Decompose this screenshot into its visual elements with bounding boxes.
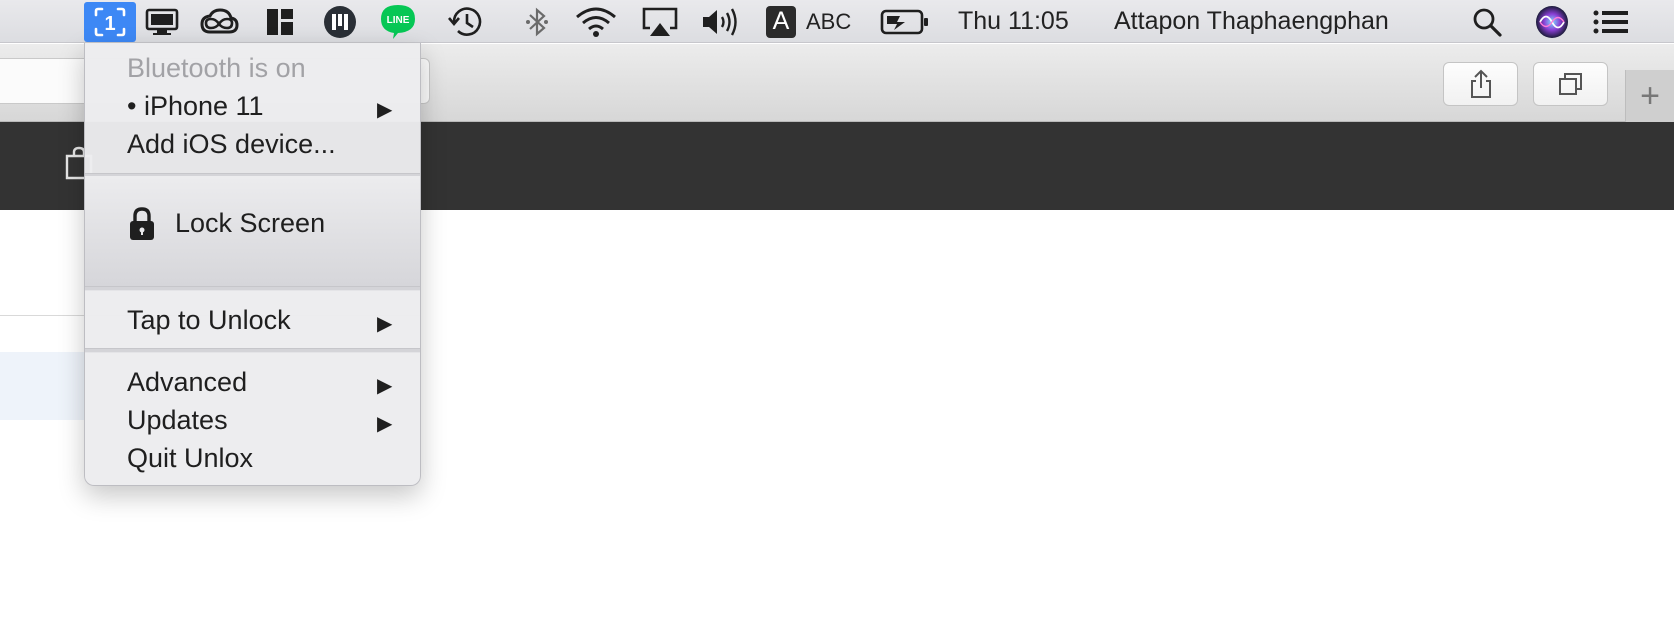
wifi-icon[interactable] [574,3,618,40]
submenu-arrow-icon: ▶ [377,375,393,397]
bluetooth-icon[interactable] [522,3,552,40]
lock-icon [130,207,154,240]
creative-cloud-icon[interactable] [199,3,239,40]
clock[interactable]: Thu 11:05 [958,0,1069,43]
unlox-menu-extra[interactable]: 1 [84,2,136,42]
line-icon[interactable]: LINE [378,3,418,40]
menu-item-updates[interactable]: Updates [127,405,228,436]
siri-icon[interactable] [1534,3,1570,40]
menu-bar: 1 LINE A ABC Thu 11:05 Attapon Thaphaeng… [0,0,1674,43]
menu-item-iphone[interactable]: • iPhone 11 [127,91,264,122]
share-icon [1470,69,1491,98]
svg-text:1: 1 [104,13,115,35]
user-name[interactable]: Attapon Thaphaengphan [1114,0,1389,43]
volume-icon[interactable] [700,3,738,40]
unlox-dropdown-menu: Bluetooth is on • iPhone 11 ▶ Add iOS de… [84,43,421,486]
new-tab-button[interactable]: + [1625,70,1674,122]
submenu-arrow-icon: ▶ [377,413,393,435]
share-button[interactable] [1443,62,1518,106]
bluetooth-status: Bluetooth is on [127,53,306,83]
lock-screen-item[interactable]: Lock Screen [85,176,420,286]
svg-text:LINE: LINE [387,15,410,26]
battery-icon[interactable] [880,3,930,40]
menu-separator [85,348,420,353]
menu-item-tap-to-unlock[interactable]: Tap to Unlock [127,305,291,336]
airplay-icon[interactable] [640,3,680,40]
lock-screen-label: Lock Screen [175,208,326,238]
input-source-label[interactable]: ABC [806,0,851,43]
meister-icon[interactable] [322,3,358,40]
spotlight-icon[interactable] [1470,3,1504,40]
menu-item-quit[interactable]: Quit Unlox [127,443,253,474]
input-source-icon[interactable]: A [765,3,797,40]
menu-item-add-device[interactable]: Add iOS device... [127,129,336,160]
plus-icon: + [1640,76,1660,115]
menu-separator [85,286,420,291]
notification-center-icon[interactable] [1592,3,1630,40]
menu-item-advanced[interactable]: Advanced [127,367,247,398]
display-icon[interactable] [144,3,180,40]
unlox-icon: 1 [94,7,126,37]
tabs-overview-button[interactable] [1533,62,1608,106]
magnet-icon[interactable] [265,3,295,40]
submenu-arrow-icon: ▶ [377,99,393,121]
submenu-arrow-icon: ▶ [377,313,393,335]
time-machine-icon[interactable] [446,3,486,40]
input-source-letter: A [766,5,796,38]
tabs-icon [1558,73,1582,95]
